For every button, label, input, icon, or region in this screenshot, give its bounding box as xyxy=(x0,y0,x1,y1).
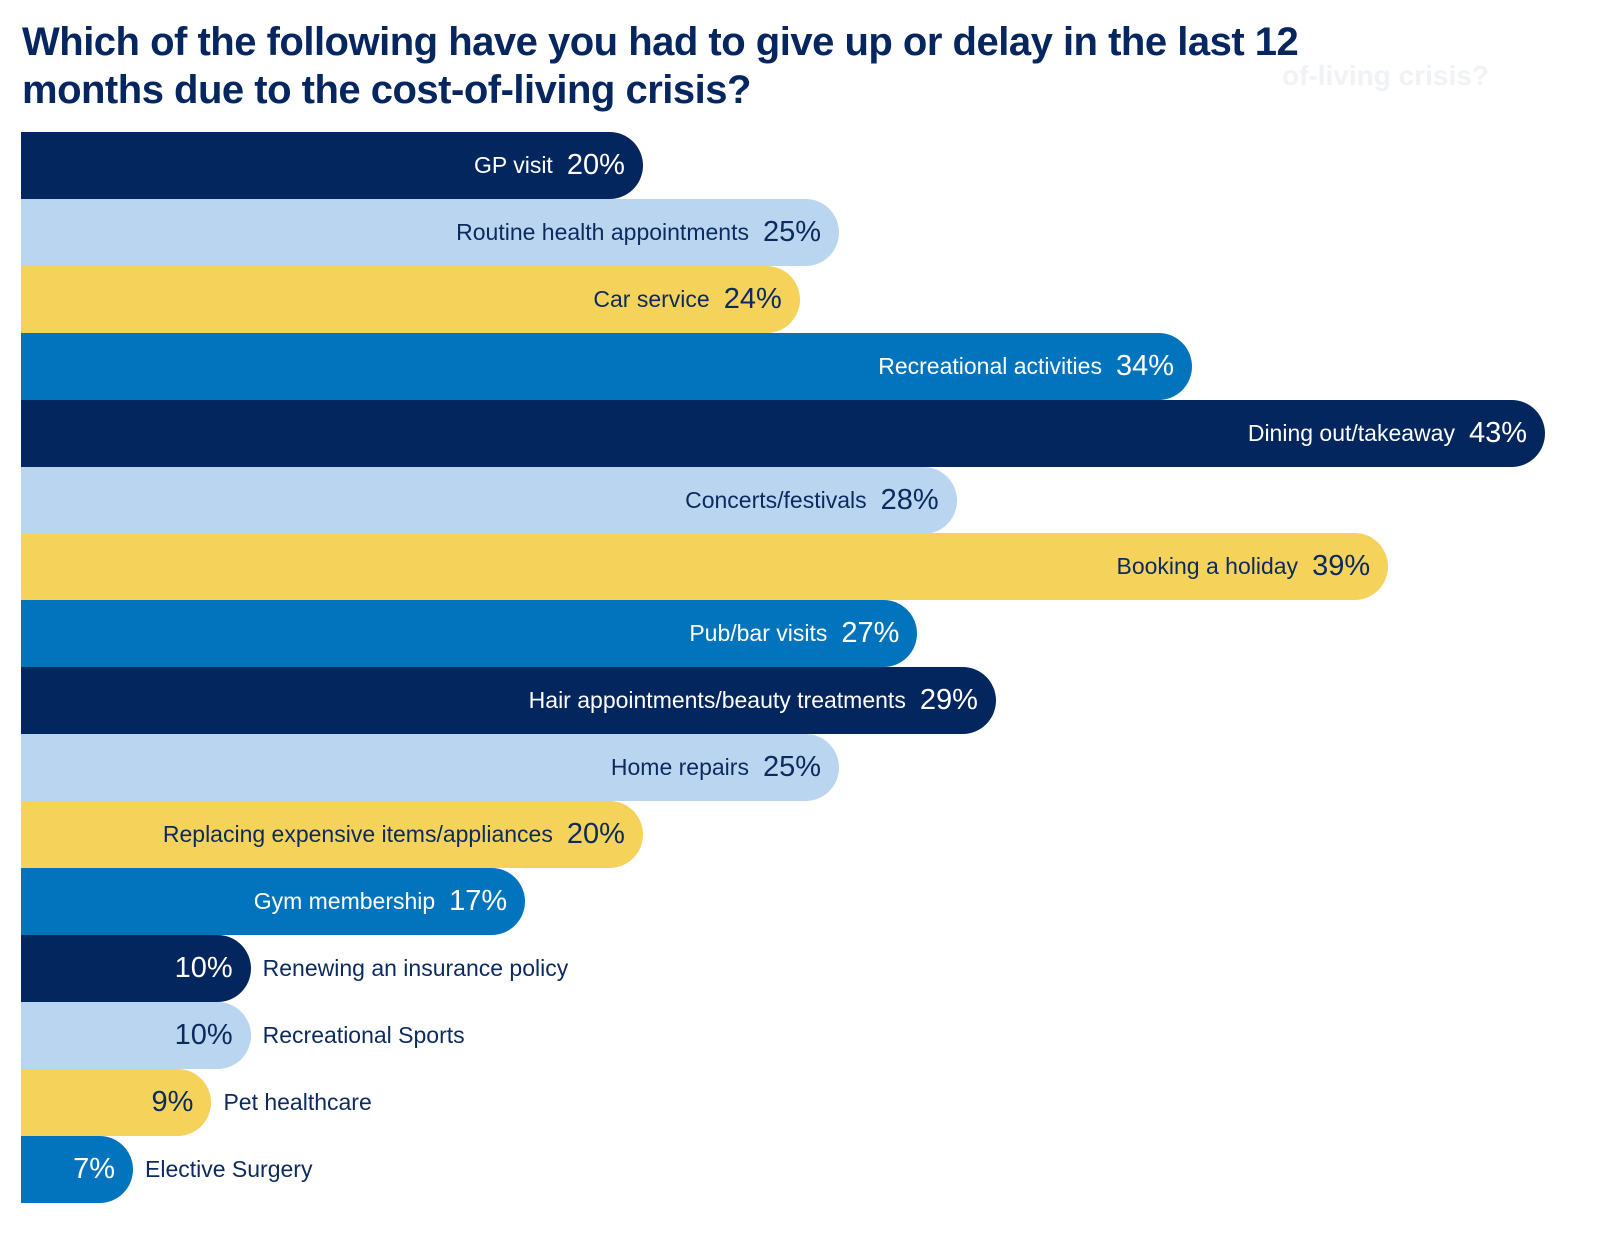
bar: Pub/bar visits 27% xyxy=(21,600,918,668)
bar-value-label: 39% xyxy=(1312,550,1371,583)
bar: Gym membership 17% xyxy=(21,867,526,935)
bar-category-label: Concerts/festivals xyxy=(685,486,867,513)
bar: Hair appointments/beauty treatments 29% xyxy=(21,667,996,735)
bar-value-label: 20% xyxy=(566,818,625,850)
bar-category-label: Booking a holiday xyxy=(1116,553,1299,580)
bar-category-label: Gym membership xyxy=(253,887,436,914)
bar-category-label: Home repairs xyxy=(610,754,749,781)
bar: 9% xyxy=(21,1068,212,1136)
bar-chart: GP visit 20% Routine health appointments 25… xyxy=(0,0,1600,1252)
bar-category-label: Car service xyxy=(593,285,710,312)
bar-value-label: 29% xyxy=(919,684,978,717)
bar-value-label: 34% xyxy=(1115,349,1174,382)
bar-value-label: 17% xyxy=(449,884,508,917)
bar-category-label: Replacing expensive items/appliances xyxy=(162,821,553,847)
bar: Dining out/takeaway 43% xyxy=(21,399,1545,467)
bar-category-label: Routine health appointments xyxy=(456,218,749,245)
bar-category-label: Pet healthcare xyxy=(223,1088,372,1115)
bar: Booking a holiday 39% xyxy=(21,533,1389,601)
bar-value-label: 25% xyxy=(762,751,821,784)
bar-value-label: 25% xyxy=(762,215,821,248)
bar: Recreational activities 34% xyxy=(21,332,1192,400)
bar-category-label: Recreational activities xyxy=(878,352,1102,379)
bar-category-label: Recreational Sports xyxy=(262,1021,465,1048)
bar-category-label: Elective Surgery xyxy=(145,1155,313,1182)
bar-category-label: GP visit xyxy=(474,152,553,178)
bar-value-label: 27% xyxy=(841,617,900,650)
bar: Concerts/festivals 28% xyxy=(21,466,957,534)
bar: Home repairs 25% xyxy=(21,734,839,802)
bar-value-label: 24% xyxy=(723,282,782,315)
bar-value-label: 28% xyxy=(880,483,939,516)
bar: 7% xyxy=(21,1135,133,1203)
bar: Routine health appointments 25% xyxy=(21,198,839,266)
bar-value-label: 9% xyxy=(151,1085,194,1118)
bar-category-label: Dining out/takeaway xyxy=(1247,419,1455,446)
bar: Car service 24% xyxy=(21,265,800,333)
bar-value-label: 7% xyxy=(73,1152,115,1185)
bar-category-label: Renewing an insurance policy xyxy=(262,954,569,981)
bar-value-label: 20% xyxy=(566,149,625,181)
bar: 10% xyxy=(21,934,251,1002)
bar: 10% xyxy=(21,1001,251,1069)
bar-value-label: 10% xyxy=(174,951,233,984)
bar-category-label: Pub/bar visits xyxy=(689,620,828,647)
bar: GP visit 20% xyxy=(21,132,643,199)
bar-value-label: 43% xyxy=(1468,416,1527,449)
bar-category-label: Hair appointments/beauty treatments xyxy=(528,687,906,714)
bar: Replacing expensive items/appliances 20% xyxy=(21,801,643,868)
bar-value-label: 10% xyxy=(174,1018,233,1051)
